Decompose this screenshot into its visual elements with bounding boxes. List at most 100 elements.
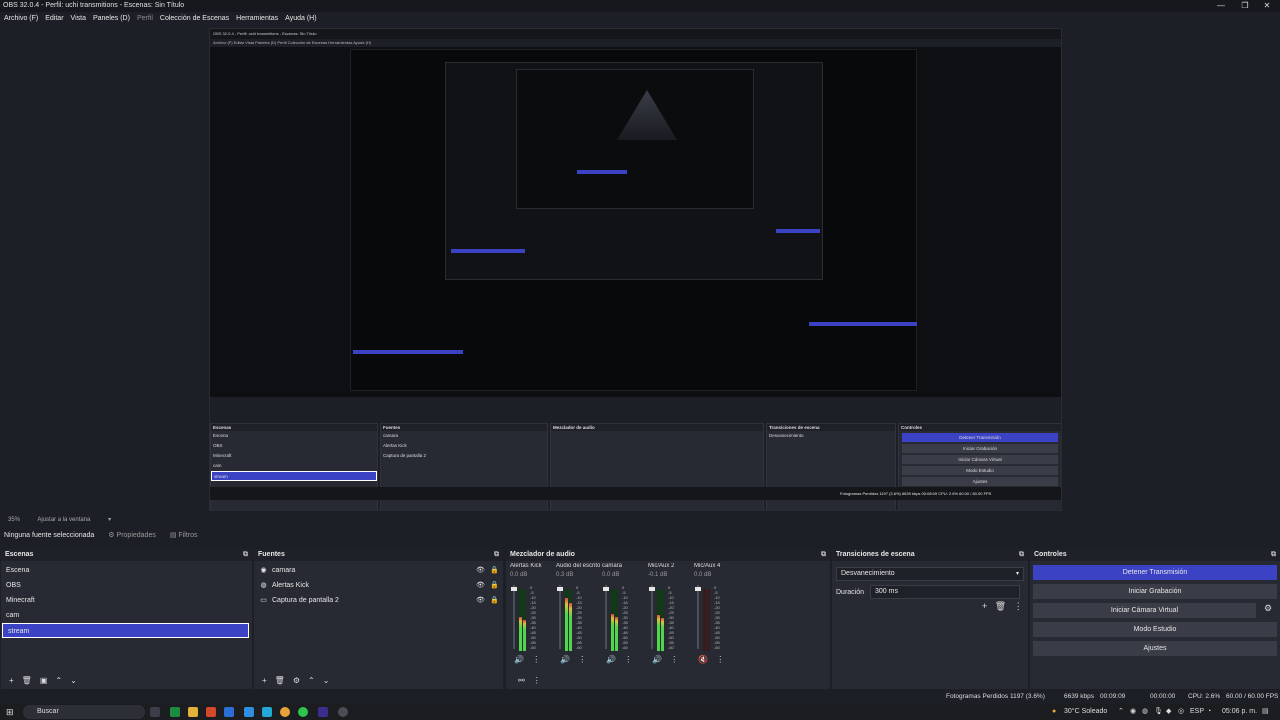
scene-item[interactable]: cam [1,608,252,623]
studio-mode-button[interactable]: Modo Estudio [1033,622,1277,637]
undock-icon[interactable]: ⧉ [1271,549,1276,561]
fit-window-button[interactable]: Ajustar a la ventana [37,517,90,523]
trash-icon[interactable]: 🗑 [22,676,32,685]
chevron-down-icon[interactable]: ⌄ [323,676,330,685]
scene-item-selected[interactable]: stream [2,623,249,638]
chevron-up-icon[interactable]: ⌃ [308,676,315,685]
volume-knob[interactable] [557,587,563,591]
app-tray-icon[interactable]: ◆ [1166,704,1171,720]
menu-herramientas[interactable]: Herramientas [236,12,278,25]
menu-editar[interactable]: Editar [45,12,63,25]
preview-canvas[interactable]: OBS 32.0.4 - Perfil: uchi transmitions -… [0,25,1280,513]
volume-slider[interactable] [649,585,655,649]
add-icon[interactable]: + [9,676,14,685]
menu-perfil[interactable]: Perfil [137,12,153,25]
scene-item[interactable]: Minecraft [1,593,252,608]
lock-icon[interactable]: 🔒 [490,593,499,608]
chevron-up-icon[interactable]: ⌃ [55,676,62,685]
menu-coleccion[interactable]: Colección de Escenas [160,12,229,25]
menu-icon[interactable]: ⋮ [714,655,724,664]
microphone-icon[interactable]: 🎙 [1154,704,1163,720]
volume-knob[interactable] [603,587,609,591]
menu-icon[interactable]: ⋮ [668,655,678,664]
trash-icon[interactable]: 🗑 [995,601,1006,611]
notification-icon[interactable]: ▤ [1262,704,1269,720]
visibility-eye-icon[interactable]: 👁 [476,563,485,578]
speaker-icon[interactable]: 🔊 [560,655,570,664]
stop-streaming-button[interactable]: Detener Transmisión [1033,565,1277,580]
scene-item[interactable]: OBS [1,578,252,593]
menu-vista[interactable]: Vista [71,12,86,25]
gear-icon[interactable]: ⚙ [293,676,300,685]
start-recording-button[interactable]: Iniciar Grabación [1033,584,1277,599]
filter-icon[interactable]: ▣ [40,676,48,685]
vscode-icon[interactable] [244,707,254,717]
menu-icon[interactable]: ⋮ [622,655,632,664]
wifi-icon[interactable]: ◔ [1207,704,1211,720]
transition-select[interactable]: Desvanecimiento ▾ [836,567,1024,581]
source-item[interactable]: ▭ Captura de pantalla 2 👁 🔒 [254,593,503,608]
task-view-icon[interactable] [150,707,160,717]
volume-knob[interactable] [649,587,655,591]
visibility-eye-icon[interactable]: 👁 [476,578,485,593]
visibility-eye-icon[interactable]: 👁 [476,593,485,608]
speaker-icon[interactable]: 🔊 [606,655,616,664]
volume-knob[interactable] [511,587,517,591]
lock-icon[interactable]: 🔒 [490,563,499,578]
network-icon[interactable]: ◎ [1178,704,1184,720]
menu-icon[interactable]: ⋮ [530,655,540,664]
undock-icon[interactable]: ⧉ [494,549,499,561]
gear-icon[interactable]: ⚙ [1264,603,1272,614]
speaker-icon[interactable]: 🔊 [514,655,524,664]
chevron-down-icon[interactable]: ▾ [108,517,111,523]
taskbar-search[interactable]: Buscar [23,705,145,719]
duration-input[interactable]: 300 ms [870,585,1021,599]
undock-icon[interactable]: ⧉ [243,549,248,561]
source-item[interactable]: ◉ camara 👁 🔒 [254,563,503,578]
spotify-icon[interactable] [298,707,308,717]
app-tray-icon[interactable]: ◍ [1142,704,1148,720]
chevron-down-icon[interactable]: ⌄ [70,676,77,685]
add-icon[interactable]: + [982,601,987,611]
chevron-up-icon[interactable]: ⌃ [1118,704,1124,720]
volume-slider[interactable] [695,585,701,649]
add-icon[interactable]: + [262,676,267,685]
menu-icon[interactable]: ⋮ [533,676,541,685]
volume-knob[interactable] [695,587,701,591]
link-icon[interactable]: ⚯ [518,676,525,685]
volume-slider[interactable] [603,585,609,649]
word-icon[interactable] [224,707,234,717]
app-icon[interactable] [206,707,216,717]
muted-speaker-icon[interactable]: 🔇 [698,655,708,664]
language-indicator[interactable]: ESP [1190,704,1204,720]
folder-icon[interactable] [188,707,198,717]
clock[interactable]: 05:06 p. m. [1222,704,1257,720]
speaker-icon[interactable]: 🔊 [652,655,662,664]
app-tray-icon[interactable]: ◉ [1130,704,1136,720]
filters-button[interactable]: ▤ Filtros [170,527,198,545]
undock-icon[interactable]: ⧉ [821,549,826,561]
scene-item[interactable]: Escena [1,563,252,578]
zoom-value[interactable]: 35% [8,517,20,523]
windows-start-icon[interactable]: ⊞ [6,704,14,720]
trash-icon[interactable]: 🗑 [275,676,285,685]
menu-icon[interactable]: ⋮ [1014,601,1023,611]
chrome-icon[interactable] [280,707,290,717]
source-item[interactable]: ◍ Alertas Kick 👁 🔒 [254,578,503,593]
obs-icon[interactable] [338,707,348,717]
premiere-icon[interactable] [318,707,328,717]
excel-icon[interactable] [170,707,180,717]
volume-slider[interactable] [557,585,563,649]
lock-icon[interactable]: 🔒 [490,578,499,593]
settings-button[interactable]: Ajustes [1033,641,1277,656]
undock-icon[interactable]: ⧉ [1019,549,1024,561]
volume-slider[interactable] [511,585,517,649]
menu-ayuda[interactable]: Ayuda (H) [285,12,316,25]
close-button[interactable]: ✕ [1252,0,1280,12]
properties-button[interactable]: ⚙ Propiedades [108,527,156,545]
start-virtual-camera-button[interactable]: Iniciar Cámara Virtual [1033,603,1256,618]
app-icon[interactable] [262,707,272,717]
menu-icon[interactable]: ⋮ [576,655,586,664]
menu-paneles[interactable]: Paneles (D) [93,12,130,25]
menu-archivo[interactable]: Archivo (F) [4,12,38,25]
